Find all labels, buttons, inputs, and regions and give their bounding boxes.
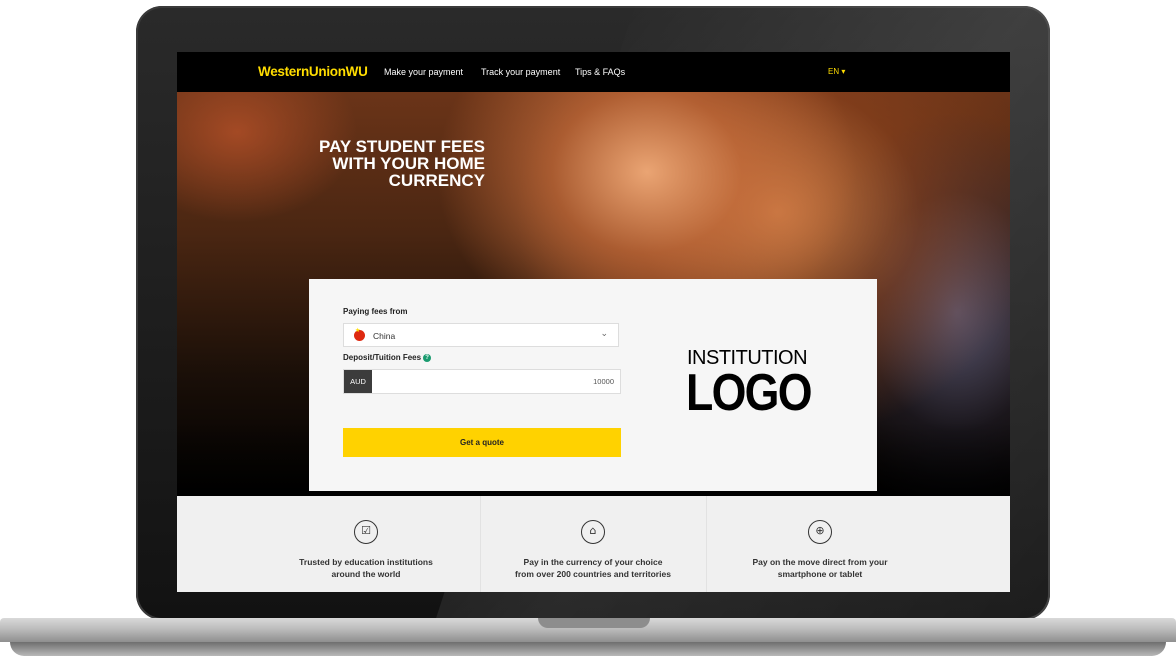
- logo-wu: WU: [345, 64, 368, 79]
- laptop-base-shadow: [10, 642, 1166, 656]
- globe-icon: ⊕: [808, 520, 832, 544]
- nav-make-payment[interactable]: Make your payment: [384, 67, 463, 77]
- chevron-down-icon: ⌄: [600, 329, 608, 339]
- logo-text: WesternUnion: [258, 64, 346, 79]
- feature-2-line-1: Pay in the currency of your choice: [523, 557, 663, 567]
- headline-line-1: PAY STUDENT FEES: [319, 137, 485, 156]
- top-nav: WesternUnionWU Make your payment Track y…: [177, 52, 1010, 92]
- help-icon[interactable]: ?: [423, 353, 432, 362]
- features-strip: ☑ Trusted by education institutions arou…: [177, 496, 1010, 592]
- fees-label: Deposit/Tuition Fees?: [343, 353, 432, 362]
- amount-value: 10000: [593, 377, 614, 386]
- get-quote-button[interactable]: Get a quote: [343, 428, 621, 457]
- feature-text-2: Pay in the currency of your choice from …: [480, 556, 706, 580]
- amount-field[interactable]: AUD 10000: [343, 369, 621, 394]
- institution-logo-line-2: LOGO: [686, 364, 813, 422]
- headline-line-2: WITH YOUR HOME: [332, 154, 485, 173]
- china-flag-icon: [354, 327, 365, 341]
- feature-1-line-1: Trusted by education institutions: [299, 557, 433, 567]
- hero-banner: PAY STUDENT FEES WITH YOUR HOME CURRENCY…: [177, 92, 1010, 536]
- country-value: China: [373, 331, 396, 341]
- currency-badge: AUD: [344, 370, 372, 393]
- nav-tips-faqs[interactable]: Tips & FAQs: [575, 67, 625, 77]
- headline-line-3: CURRENCY: [388, 171, 485, 190]
- fees-label-text: Deposit/Tuition Fees: [343, 353, 422, 362]
- feature-text-3: Pay on the move direct from your smartph…: [706, 556, 934, 580]
- feature-2-line-2: from over 200 countries and territories: [515, 569, 671, 579]
- paying-from-label: Paying fees from: [343, 307, 408, 316]
- bank-seal-icon: ⌂: [581, 520, 605, 544]
- feature-3-line-1: Pay on the move direct from your: [752, 557, 888, 567]
- checkbox-icon: ☑: [354, 520, 378, 544]
- feature-3-line-2: smartphone or tablet: [777, 569, 863, 579]
- laptop-screen: WesternUnionWU Make your payment Track y…: [177, 52, 1010, 592]
- feature-text-1: Trusted by education institutions around…: [253, 556, 479, 580]
- nav-track-payment[interactable]: Track your payment: [481, 67, 560, 77]
- quote-card: Paying fees from China ⌄ Deposit/Tuition…: [309, 279, 877, 491]
- feature-1-line-2: around the world: [331, 569, 401, 579]
- country-select[interactable]: China ⌄: [343, 323, 619, 347]
- language-selector[interactable]: EN ▾: [828, 67, 845, 76]
- hero-headline: PAY STUDENT FEES WITH YOUR HOME CURRENCY: [277, 138, 485, 189]
- laptop-notch: [538, 618, 650, 628]
- western-union-logo[interactable]: WesternUnionWU: [258, 64, 368, 79]
